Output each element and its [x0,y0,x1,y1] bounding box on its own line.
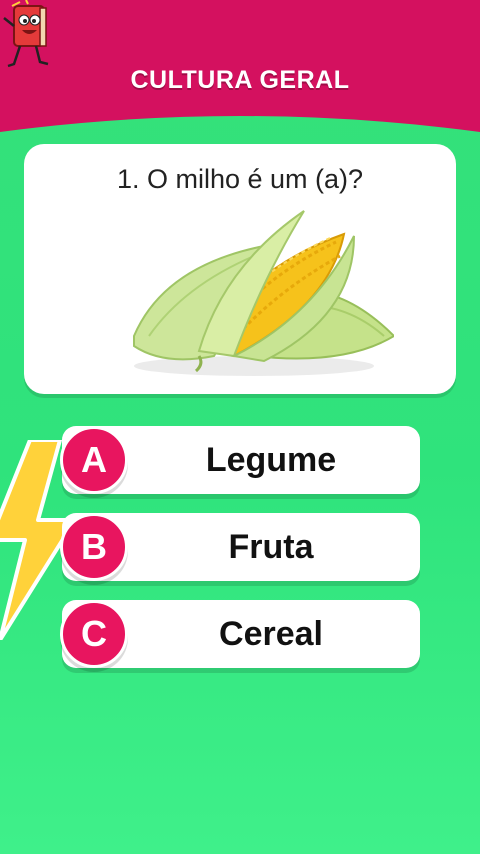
question-text: 1. O milho é um (a)? [116,164,364,194]
corn-image [133,210,394,376]
answer-label: Fruta [228,527,314,566]
header-banner: CULTURA GERAL [0,0,480,150]
answer-option-c[interactable]: C Cereal [60,600,420,668]
page-title: CULTURA GERAL [130,66,350,94]
question-card: 1. O milho é um (a)? [24,144,456,394]
answer-letter-badge: A [60,426,128,494]
answer-letter-badge: C [60,600,128,668]
answer-option-b[interactable]: B Fruta [60,513,420,581]
answer-label: Legume [205,440,337,479]
answer-letter-badge: B [60,513,128,581]
answer-option-a[interactable]: A Legume [60,426,420,494]
answer-label: Cereal [219,614,323,653]
